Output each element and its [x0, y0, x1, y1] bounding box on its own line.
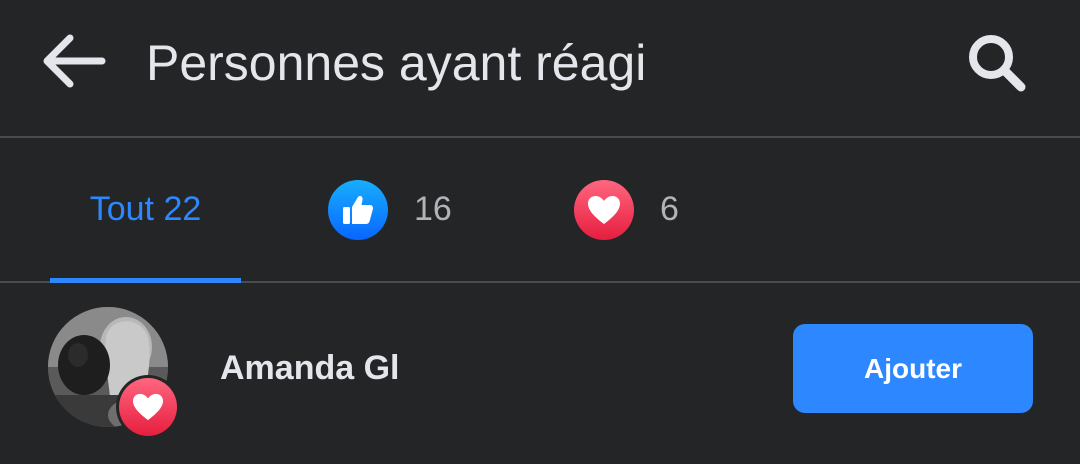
tab-all-label: Tout 22: [89, 190, 202, 228]
tab-love[interactable]: 6: [574, 138, 679, 281]
back-button[interactable]: [36, 28, 110, 94]
reaction-tabs: Tout 22 16 6: [0, 138, 1080, 283]
search-button[interactable]: [958, 26, 1036, 100]
list-item[interactable]: Amanda Gl Ajouter: [0, 283, 1080, 464]
person-name[interactable]: Amanda Gl: [220, 349, 399, 388]
search-icon: [969, 35, 1026, 92]
top-app-bar: Personnes ayant réagi: [0, 0, 1080, 138]
reactions-screen: Personnes ayant réagi Tout 22 16 6 Amand…: [0, 0, 1080, 464]
love-icon: [574, 179, 634, 240]
add-friend-button[interactable]: Ajouter: [793, 324, 1033, 413]
avatar-with-reaction[interactable]: [48, 307, 182, 441]
tab-love-count: 6: [660, 190, 679, 228]
reaction-badge: [116, 375, 180, 439]
page-title: Personnes ayant réagi: [146, 35, 647, 91]
like-icon: [328, 179, 388, 240]
tab-like[interactable]: 16: [328, 138, 452, 281]
tab-like-count: 16: [414, 190, 452, 228]
tab-all[interactable]: Tout 22: [50, 138, 241, 283]
arrow-left-icon: [43, 34, 106, 88]
love-icon: [119, 378, 177, 436]
